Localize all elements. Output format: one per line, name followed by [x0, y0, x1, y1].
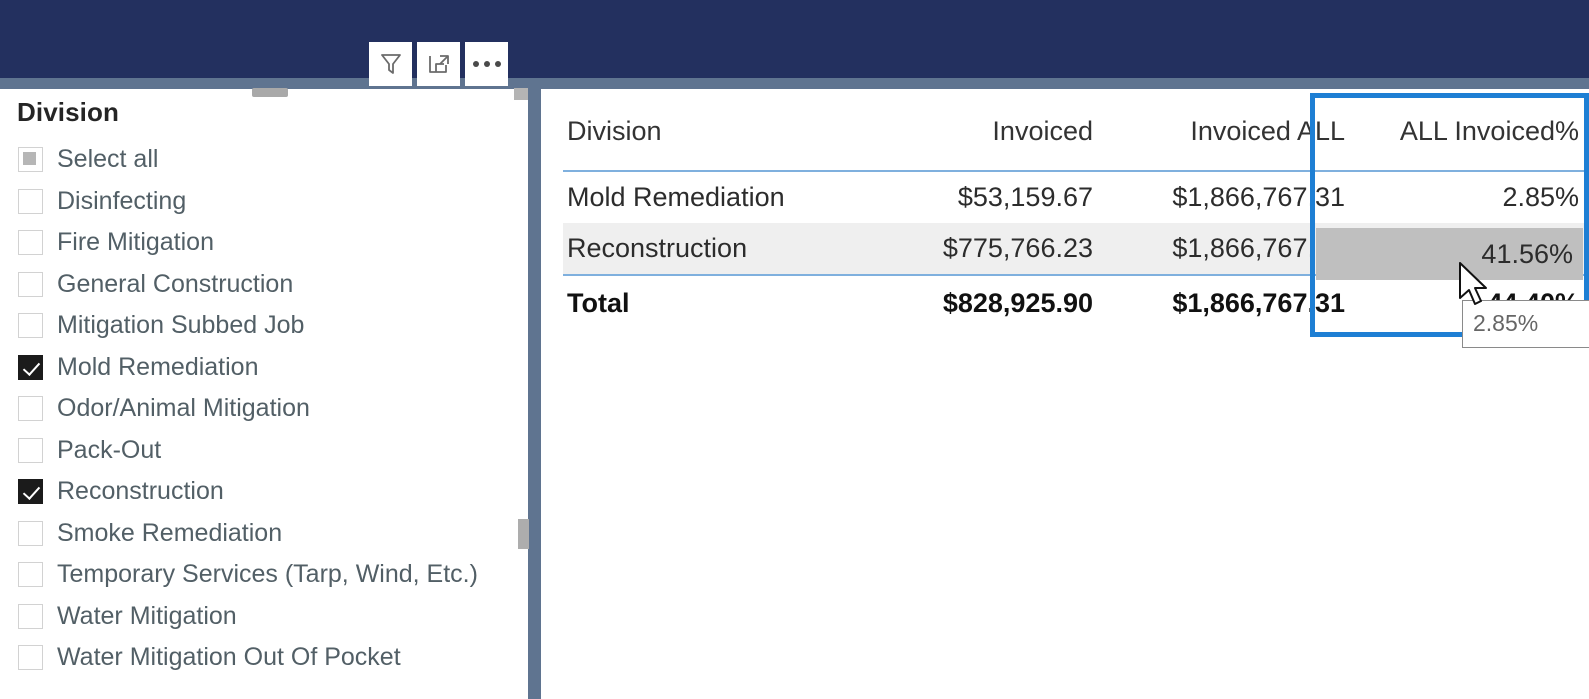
- hovered-cell-value: 41.56%: [1481, 239, 1573, 269]
- more-options-ellipsis-icon: [472, 61, 501, 67]
- slicer-item-label: Reconstruction: [57, 477, 224, 506]
- slicer-item-label: Smoke Remediation: [57, 518, 283, 547]
- slicer-item-list: Select all Disinfecting Fire Mitigation …: [0, 139, 528, 679]
- filter-funnel-icon: [378, 51, 404, 77]
- checkbox-indeterminate-icon[interactable]: [18, 147, 43, 173]
- tooltip-value: 2.85%: [1473, 310, 1539, 336]
- slicer-item-label: Water Mitigation: [57, 601, 237, 630]
- value-tooltip: 2.85%: [1462, 300, 1589, 348]
- cell-invoiced-all[interactable]: $1,866,767.31: [1103, 171, 1355, 223]
- cell-all-invoiced-pct[interactable]: 2.85%: [1355, 171, 1589, 223]
- checkbox-unchecked-icon[interactable]: [18, 520, 43, 546]
- slicer-item-label: Pack-Out: [57, 435, 162, 464]
- filter-button[interactable]: [369, 42, 412, 86]
- slicer-resize-corner-top[interactable]: [514, 88, 528, 100]
- slicer-item-label: Temporary Services (Tarp, Wind, Etc.): [57, 560, 478, 589]
- slicer-title: Division: [17, 97, 119, 127]
- slicer-scrollbar-thumb[interactable]: [518, 519, 529, 549]
- checkbox-unchecked-icon[interactable]: [18, 230, 43, 256]
- cell-invoiced[interactable]: $53,159.67: [863, 171, 1103, 223]
- panel-divider-bar: [528, 86, 541, 699]
- slicer-item-odor-animal-mitigation[interactable]: Odor/Animal Mitigation: [0, 388, 528, 430]
- more-options-button[interactable]: [465, 42, 508, 86]
- division-table: Division Invoiced Invoiced ALL ALL Invoi…: [563, 93, 1589, 330]
- slicer-item-water-mitigation-out-of-pocket[interactable]: Water Mitigation Out Of Pocket: [0, 637, 528, 679]
- checkbox-unchecked-icon[interactable]: [18, 603, 43, 629]
- cell-division[interactable]: Mold Remediation: [563, 171, 863, 223]
- slicer-item-mitigation-subbed-job[interactable]: Mitigation Subbed Job: [0, 305, 528, 347]
- checkbox-unchecked-icon[interactable]: [18, 645, 43, 671]
- slicer-item-label: Mold Remediation: [57, 352, 259, 381]
- slicer-item-label: Water Mitigation Out Of Pocket: [57, 643, 401, 672]
- division-table-visual: Division Invoiced Invoiced ALL ALL Invoi…: [541, 89, 1589, 699]
- slicer-item-label: Disinfecting: [57, 186, 187, 215]
- table-row[interactable]: Mold Remediation $53,159.67 $1,866,767.3…: [563, 171, 1589, 223]
- slicer-item-label: Fire Mitigation: [57, 228, 214, 257]
- slicer-drag-handle[interactable]: [252, 88, 288, 97]
- checkbox-unchecked-icon[interactable]: [18, 188, 43, 214]
- column-header-invoiced[interactable]: Invoiced: [863, 93, 1103, 172]
- slicer-item-disinfecting[interactable]: Disinfecting: [0, 181, 528, 223]
- column-header-division[interactable]: Division: [563, 93, 863, 172]
- slicer-item-mold-remediation[interactable]: Mold Remediation: [0, 347, 528, 389]
- slicer-item-fire-mitigation[interactable]: Fire Mitigation: [0, 222, 528, 264]
- checkbox-unchecked-icon[interactable]: [18, 271, 43, 297]
- slicer-item-label: Mitigation Subbed Job: [57, 311, 305, 340]
- checkbox-checked-icon[interactable]: [18, 479, 43, 505]
- focus-mode-icon: [426, 51, 452, 77]
- cell-total-invoiced-all: $1,866,767.31: [1103, 274, 1355, 330]
- cell-invoiced[interactable]: $775,766.23: [863, 223, 1103, 275]
- checkbox-unchecked-icon[interactable]: [18, 562, 43, 588]
- checkbox-unchecked-icon[interactable]: [18, 313, 43, 339]
- checkbox-checked-icon[interactable]: [18, 354, 43, 380]
- visual-toolbar: [369, 42, 508, 86]
- cell-division[interactable]: Reconstruction: [563, 223, 863, 275]
- slicer-item-general-construction[interactable]: General Construction: [0, 264, 528, 306]
- column-header-all-invoiced-pct[interactable]: ALL Invoiced%: [1355, 93, 1589, 172]
- table-header-row: Division Invoiced Invoiced ALL ALL Invoi…: [563, 93, 1589, 172]
- checkbox-unchecked-icon[interactable]: [18, 396, 43, 422]
- report-header-band: [0, 0, 1589, 86]
- slicer-item-temporary-services[interactable]: Temporary Services (Tarp, Wind, Etc.): [0, 554, 528, 596]
- checkbox-unchecked-icon[interactable]: [18, 437, 43, 463]
- slicer-item-label: Select all: [57, 145, 159, 174]
- column-header-invoiced-all[interactable]: Invoiced ALL: [1103, 93, 1355, 172]
- slicer-item-reconstruction[interactable]: Reconstruction: [0, 471, 528, 513]
- slicer-item-select-all[interactable]: Select all: [0, 139, 528, 181]
- division-slicer-panel: Division Select all Disinfecting Fire Mi…: [0, 88, 540, 699]
- focus-mode-button[interactable]: [417, 42, 460, 86]
- cell-total-label: Total: [563, 274, 863, 330]
- slicer-item-label: General Construction: [57, 269, 294, 298]
- cell-total-invoiced: $828,925.90: [863, 274, 1103, 330]
- slicer-item-smoke-remediation[interactable]: Smoke Remediation: [0, 513, 528, 555]
- slicer-item-label: Odor/Animal Mitigation: [57, 394, 310, 423]
- slicer-item-water-mitigation[interactable]: Water Mitigation: [0, 596, 528, 638]
- table-total-row[interactable]: Total $828,925.90 $1,866,767.31 44.40%: [563, 274, 1589, 330]
- slicer-item-pack-out[interactable]: Pack-Out: [0, 430, 528, 472]
